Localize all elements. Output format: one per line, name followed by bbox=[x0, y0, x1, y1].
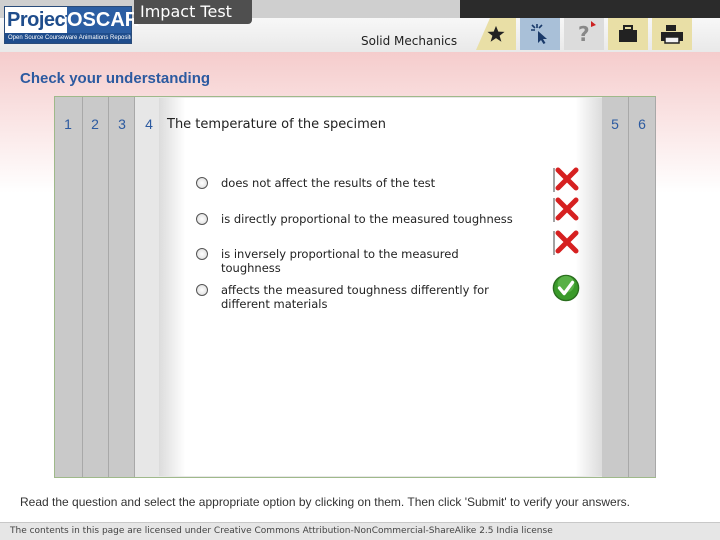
page-title: Impact Test bbox=[140, 2, 232, 21]
cursor-click-icon bbox=[531, 24, 547, 44]
wrong-mark-icon bbox=[553, 167, 579, 192]
correct-check-icon bbox=[552, 274, 580, 302]
radio-button[interactable] bbox=[196, 213, 208, 225]
wrong-mark-icon bbox=[553, 197, 579, 222]
question-column-3 bbox=[109, 97, 135, 477]
question-tab-1[interactable]: 1 bbox=[55, 116, 81, 132]
question-tab-2[interactable]: 2 bbox=[82, 116, 108, 132]
logo-subtitle: Open Source Courseware Animations Reposi… bbox=[5, 33, 131, 43]
question-tab-3[interactable]: 3 bbox=[109, 116, 135, 132]
project-oscar-logo: Project OSCAR Open Source Courseware Ani… bbox=[4, 6, 140, 44]
radio-button[interactable] bbox=[196, 284, 208, 296]
footer-bar: The contents in this page are licensed u… bbox=[0, 522, 720, 540]
print-button[interactable] bbox=[652, 18, 692, 50]
section-heading: Check your understanding bbox=[20, 70, 211, 87]
title-tab: Impact Test bbox=[134, 0, 252, 24]
svg-text:?: ? bbox=[578, 22, 590, 46]
logo-project-text: Project bbox=[5, 7, 72, 33]
question-column-5 bbox=[602, 97, 629, 477]
answer-option-text: affects the measured toughness different… bbox=[221, 283, 489, 311]
answer-option-3[interactable]: is inversely proportional to the measure… bbox=[196, 247, 496, 275]
question-tab-5[interactable]: 5 bbox=[602, 116, 628, 132]
answer-option-2[interactable]: is directly proportional to the measured… bbox=[196, 212, 526, 226]
printer-icon bbox=[661, 25, 683, 44]
answer-option-text: is directly proportional to the measured… bbox=[221, 212, 513, 226]
question-column-6 bbox=[629, 97, 656, 477]
help-button[interactable]: ? bbox=[564, 18, 604, 50]
question-column-2 bbox=[83, 97, 109, 477]
toolbar: ? bbox=[476, 18, 696, 50]
question-text: The temperature of the specimen bbox=[167, 117, 386, 132]
simulation-button[interactable] bbox=[520, 18, 560, 50]
answer-option-4[interactable]: affects the measured toughness different… bbox=[196, 283, 526, 311]
briefcase-icon bbox=[619, 25, 637, 42]
star-button[interactable] bbox=[476, 18, 516, 50]
instructions-text: Read the question and select the appropr… bbox=[20, 495, 631, 509]
answer-option-text: does not affect the results of the test bbox=[221, 176, 436, 190]
star-icon bbox=[487, 25, 505, 42]
answer-option-1[interactable]: does not affect the results of the test bbox=[196, 176, 526, 190]
radio-button[interactable] bbox=[196, 248, 208, 260]
license-text: The contents in this page are licensed u… bbox=[10, 526, 553, 536]
help-icon: ? bbox=[578, 21, 596, 46]
question-column-1 bbox=[55, 97, 83, 477]
wrong-mark-icon bbox=[553, 230, 579, 255]
briefcase-button[interactable] bbox=[608, 18, 648, 50]
subject-label: Solid Mechanics bbox=[361, 34, 458, 48]
question-tab-6[interactable]: 6 bbox=[629, 116, 655, 132]
answer-option-text: is inversely proportional to the measure… bbox=[221, 247, 459, 275]
header-bar: Project OSCAR Open Source Courseware Ani… bbox=[0, 0, 720, 52]
header-dark-strip bbox=[460, 0, 720, 18]
radio-button[interactable] bbox=[196, 177, 208, 189]
logo-oscar-text: OSCAR bbox=[67, 7, 140, 33]
